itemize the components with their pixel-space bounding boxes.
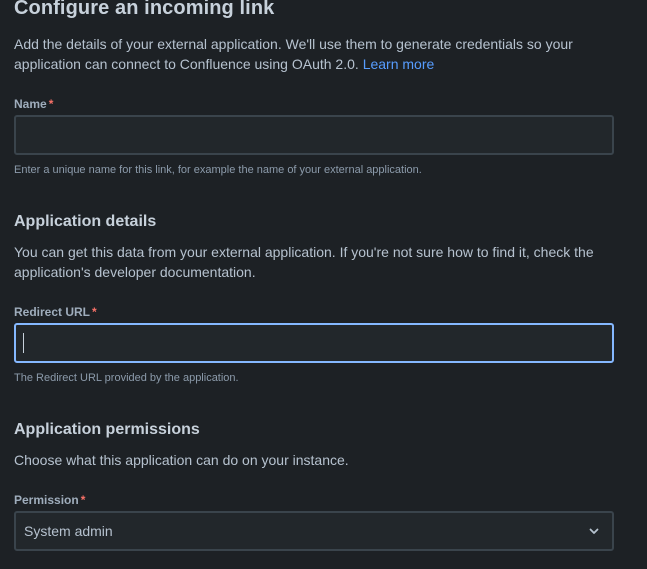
name-label: Name * [14, 97, 53, 111]
application-details-description: You can get this data from your external… [14, 244, 594, 280]
name-input[interactable] [14, 115, 614, 155]
name-required-mark: * [48, 97, 54, 111]
redirect-url-helper-text: The Redirect URL provided by the applica… [14, 372, 239, 384]
permission-label: Permission * [14, 493, 85, 507]
page-title: Configure an incoming link [14, 0, 275, 19]
chevron-down-icon [589, 528, 599, 534]
application-details-heading: Application details [14, 213, 157, 230]
page-description: Add the details of your external applica… [14, 34, 614, 74]
page-description-text: Add the details of your external applica… [14, 36, 573, 72]
learn-more-link[interactable]: Learn more [363, 56, 435, 72]
redirect-url-label-text: Redirect URL [14, 305, 91, 319]
redirect-url-input[interactable] [14, 323, 614, 363]
permission-required-mark: * [80, 493, 86, 507]
permission-select[interactable]: System admin [14, 511, 614, 551]
configure-incoming-link-page: Configure an incoming link Add the detai… [0, 0, 647, 569]
application-permissions-description: Choose what this application can do on y… [14, 452, 349, 468]
permission-label-text: Permission [14, 493, 79, 507]
redirect-url-label: Redirect URL * [14, 305, 97, 319]
name-label-text: Name [14, 97, 47, 111]
permission-selected-value: System admin [24, 523, 113, 539]
name-helper-text: Enter a unique name for this link, for e… [14, 164, 422, 176]
redirect-url-required-mark: * [92, 305, 97, 319]
application-permissions-heading: Application permissions [14, 421, 200, 438]
text-caret [23, 333, 24, 353]
